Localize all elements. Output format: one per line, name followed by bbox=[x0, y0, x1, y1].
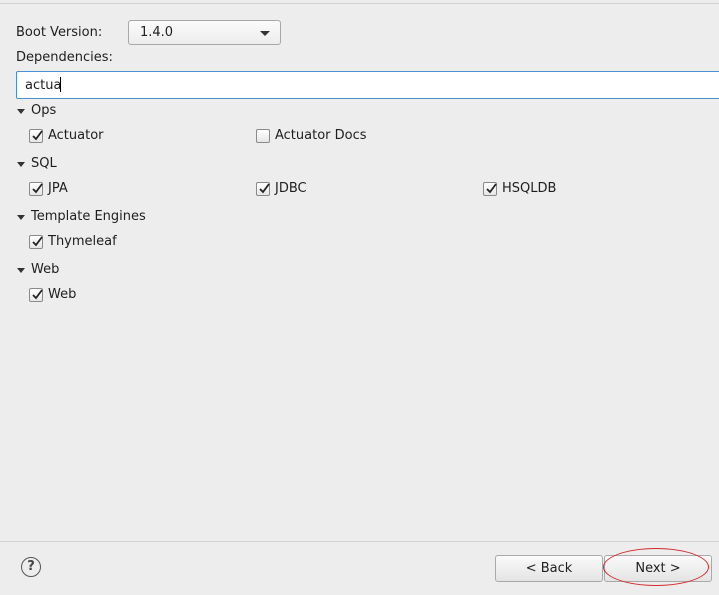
footer-divider bbox=[0, 541, 719, 542]
boot-version-select[interactable]: 1.4.0 bbox=[128, 20, 281, 45]
checkbox-label[interactable]: Actuator Docs bbox=[275, 128, 367, 143]
checkbox-label[interactable]: JDBC bbox=[275, 181, 307, 196]
expand-triangle-icon[interactable] bbox=[17, 215, 25, 220]
dependency-search-input[interactable] bbox=[16, 71, 719, 99]
next-button[interactable]: Next > bbox=[604, 555, 712, 582]
group-label: SQL bbox=[31, 156, 57, 171]
group-label: Web bbox=[31, 262, 60, 277]
chevron-down-icon bbox=[260, 31, 270, 36]
boot-version-label: Boot Version: bbox=[16, 25, 103, 40]
checkbox-thymeleaf[interactable] bbox=[29, 235, 43, 249]
checkbox-label[interactable]: HSQLDB bbox=[502, 181, 556, 196]
expand-triangle-icon[interactable] bbox=[17, 109, 25, 114]
help-icon[interactable]: ? bbox=[21, 557, 41, 577]
checkbox-jdbc[interactable] bbox=[256, 182, 270, 196]
back-button[interactable]: < Back bbox=[495, 555, 603, 582]
checkbox-jpa[interactable] bbox=[29, 182, 43, 196]
checkbox-label[interactable]: Actuator bbox=[48, 128, 104, 143]
expand-triangle-icon[interactable] bbox=[17, 162, 25, 167]
checkbox-label[interactable]: Thymeleaf bbox=[48, 234, 117, 249]
text-cursor bbox=[60, 77, 61, 92]
expand-triangle-icon[interactable] bbox=[17, 268, 25, 273]
checkbox-label[interactable]: Web bbox=[48, 287, 76, 302]
group-label: Template Engines bbox=[31, 209, 146, 224]
checkbox-hsqldb[interactable] bbox=[483, 182, 497, 196]
checkbox-actuator[interactable] bbox=[29, 129, 43, 143]
group-label: Ops bbox=[31, 103, 57, 118]
boot-version-value: 1.4.0 bbox=[140, 25, 174, 40]
dependencies-label: Dependencies: bbox=[16, 50, 113, 65]
top-divider bbox=[0, 3, 719, 4]
checkbox-label[interactable]: JPA bbox=[48, 181, 68, 196]
checkbox-actuator-docs[interactable] bbox=[256, 129, 270, 143]
checkbox-web[interactable] bbox=[29, 288, 43, 302]
